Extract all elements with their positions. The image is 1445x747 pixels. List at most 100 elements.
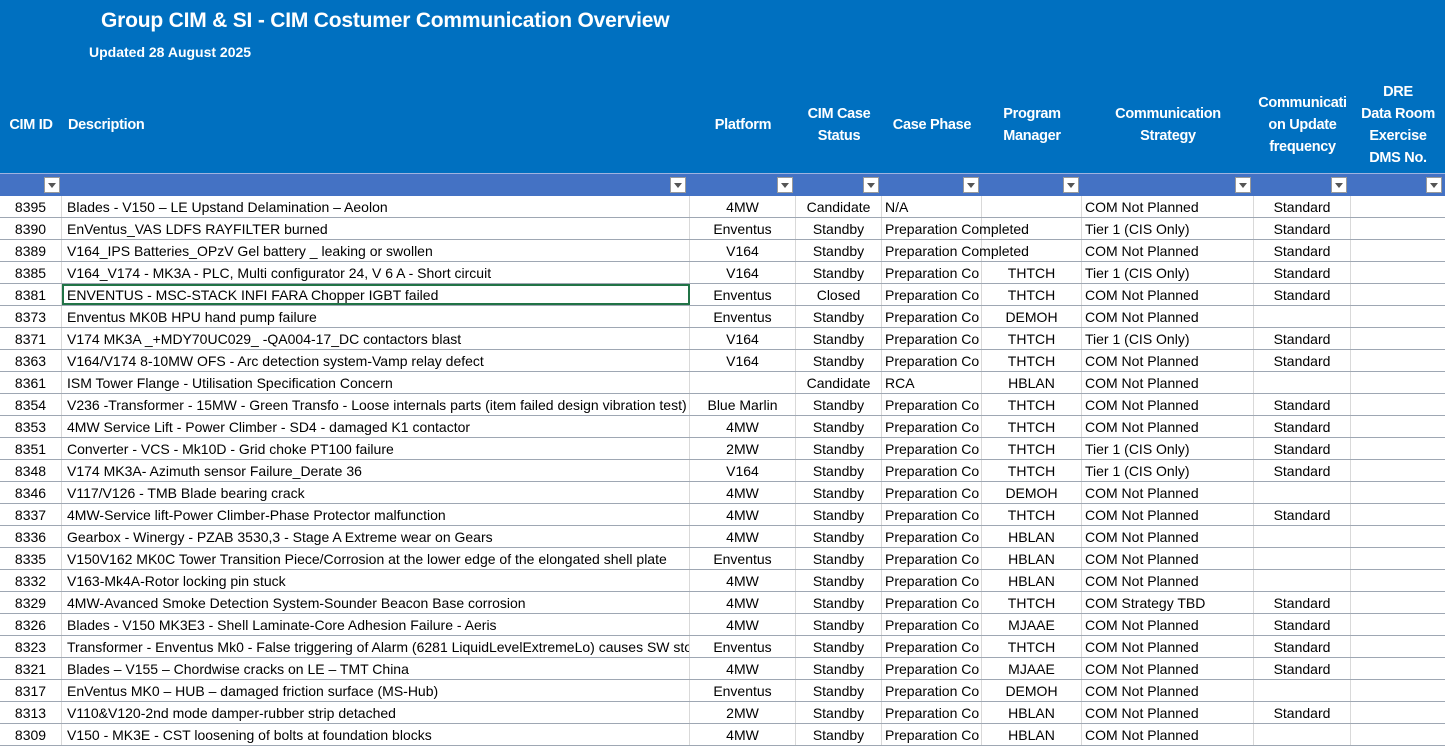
col-header-description[interactable]: Description — [62, 76, 690, 173]
description-cell[interactable]: V164/V174 8-10MW OFS - Arc detection sys… — [62, 350, 690, 371]
dre-cell[interactable] — [1351, 240, 1445, 261]
filter-dropdown-platform[interactable] — [777, 177, 793, 193]
cim-id-cell[interactable]: 8363 — [0, 350, 62, 371]
program-manager-cell[interactable]: THTCH — [982, 394, 1082, 415]
description-cell[interactable]: V150V162 MK0C Tower Transition Piece/Cor… — [62, 548, 690, 569]
phase-cell[interactable]: RCA — [882, 372, 982, 393]
frequency-cell[interactable]: Standard — [1254, 284, 1351, 305]
status-cell[interactable]: Standby — [796, 526, 882, 547]
cim-id-cell[interactable]: 8326 — [0, 614, 62, 635]
platform-cell[interactable]: 4MW — [690, 724, 796, 745]
cim-id-cell[interactable]: 8361 — [0, 372, 62, 393]
status-cell[interactable]: Standby — [796, 482, 882, 503]
cim-id-cell[interactable]: 8353 — [0, 416, 62, 437]
status-cell[interactable]: Standby — [796, 218, 882, 239]
cim-id-cell[interactable]: 8351 — [0, 438, 62, 459]
phase-cell[interactable]: Preparation Co — [882, 328, 982, 349]
platform-cell[interactable]: 4MW — [690, 614, 796, 635]
frequency-cell[interactable] — [1254, 372, 1351, 393]
program-manager-cell[interactable]: DEMOH — [982, 680, 1082, 701]
frequency-cell[interactable]: Standard — [1254, 438, 1351, 459]
status-cell[interactable]: Standby — [796, 614, 882, 635]
filter-dropdown-frequency[interactable] — [1331, 177, 1347, 193]
frequency-cell[interactable]: Standard — [1254, 658, 1351, 679]
description-cell[interactable]: V174 MK3A- Azimuth sensor Failure_Derate… — [62, 460, 690, 481]
description-cell[interactable]: V150 - MK3E - CST loosening of bolts at … — [62, 724, 690, 745]
table-row[interactable]: 8351 Converter - VCS - Mk10D - Grid choke… — [0, 438, 1445, 460]
platform-cell[interactable]: 2MW — [690, 438, 796, 459]
dre-cell[interactable] — [1351, 570, 1445, 591]
frequency-cell[interactable]: Standard — [1254, 416, 1351, 437]
cim-id-cell[interactable]: 8346 — [0, 482, 62, 503]
cim-id-cell[interactable]: 8313 — [0, 702, 62, 723]
strategy-cell[interactable]: COM Not Planned — [1082, 504, 1254, 525]
status-cell[interactable]: Standby — [796, 240, 882, 261]
table-row[interactable]: 8323 Transformer - Enventus Mk0 - False t… — [0, 636, 1445, 658]
status-cell[interactable]: Standby — [796, 460, 882, 481]
phase-cell[interactable]: Preparation Co — [882, 702, 982, 723]
strategy-cell[interactable]: COM Not Planned — [1082, 702, 1254, 723]
platform-cell[interactable]: Enventus — [690, 548, 796, 569]
frequency-cell[interactable]: Standard — [1254, 240, 1351, 261]
dre-cell[interactable] — [1351, 702, 1445, 723]
program-manager-cell[interactable] — [982, 240, 1082, 261]
cim-id-cell[interactable]: 8395 — [0, 196, 62, 217]
dre-cell[interactable] — [1351, 350, 1445, 371]
strategy-cell[interactable]: COM Not Planned — [1082, 548, 1254, 569]
program-manager-cell[interactable]: THTCH — [982, 636, 1082, 657]
phase-cell[interactable]: Preparation Co — [882, 306, 982, 327]
strategy-cell[interactable]: COM Not Planned — [1082, 526, 1254, 547]
platform-cell[interactable]: 4MW — [690, 196, 796, 217]
table-row[interactable]: 8381 ENVENTUS - MSC-STACK INFI FARA Chopp… — [0, 284, 1445, 306]
status-cell[interactable]: Standby — [796, 724, 882, 745]
strategy-cell[interactable]: COM Not Planned — [1082, 416, 1254, 437]
program-manager-cell[interactable]: THTCH — [982, 592, 1082, 613]
cim-id-cell[interactable]: 8336 — [0, 526, 62, 547]
status-cell[interactable]: Standby — [796, 328, 882, 349]
frequency-cell[interactable] — [1254, 680, 1351, 701]
dre-cell[interactable] — [1351, 658, 1445, 679]
phase-cell[interactable]: Preparation Co — [882, 724, 982, 745]
cim-id-cell[interactable]: 8323 — [0, 636, 62, 657]
strategy-cell[interactable]: COM Not Planned — [1082, 372, 1254, 393]
description-cell[interactable]: Gearbox - Winergy - PZAB 3530,3 - Stage … — [62, 526, 690, 547]
description-cell[interactable]: EnVentus_VAS LDFS RAYFILTER burned — [62, 218, 690, 239]
status-cell[interactable]: Standby — [796, 504, 882, 525]
cim-id-cell[interactable]: 8389 — [0, 240, 62, 261]
frequency-cell[interactable]: Standard — [1254, 592, 1351, 613]
table-row[interactable]: 8337 4MW-Service lift-Power Climber-Phase… — [0, 504, 1445, 526]
platform-cell[interactable]: 4MW — [690, 416, 796, 437]
description-cell[interactable]: 4MW-Avanced Smoke Detection System-Sound… — [62, 592, 690, 613]
frequency-cell[interactable]: Standard — [1254, 196, 1351, 217]
cim-id-cell[interactable]: 8332 — [0, 570, 62, 591]
filter-dropdown-strategy[interactable] — [1235, 177, 1251, 193]
program-manager-cell[interactable]: MJAAE — [982, 614, 1082, 635]
description-cell[interactable]: Converter - VCS - Mk10D - Grid choke PT1… — [62, 438, 690, 459]
phase-cell[interactable]: Preparation Co — [882, 504, 982, 525]
program-manager-cell[interactable]: HBLAN — [982, 570, 1082, 591]
description-cell[interactable]: 4MW Service Lift - Power Climber - SD4 -… — [62, 416, 690, 437]
status-cell[interactable]: Candidate — [796, 372, 882, 393]
platform-cell[interactable]: V164 — [690, 350, 796, 371]
frequency-cell[interactable]: Standard — [1254, 218, 1351, 239]
frequency-cell[interactable] — [1254, 724, 1351, 745]
dre-cell[interactable] — [1351, 680, 1445, 701]
program-manager-cell[interactable]: DEMOH — [982, 482, 1082, 503]
frequency-cell[interactable]: Standard — [1254, 504, 1351, 525]
program-manager-cell[interactable] — [982, 196, 1082, 217]
description-cell[interactable]: Enventus MK0B HPU hand pump failure — [62, 306, 690, 327]
dre-cell[interactable] — [1351, 328, 1445, 349]
status-cell[interactable]: Standby — [796, 306, 882, 327]
phase-cell[interactable]: Preparation Co — [882, 658, 982, 679]
table-row[interactable]: 8321 Blades – V155 – Chordwise cracks on … — [0, 658, 1445, 680]
description-cell[interactable]: ENVENTUS - MSC-STACK INFI FARA Chopper I… — [62, 284, 690, 305]
status-cell[interactable]: Standby — [796, 394, 882, 415]
dre-cell[interactable] — [1351, 636, 1445, 657]
strategy-cell[interactable]: COM Not Planned — [1082, 394, 1254, 415]
dre-cell[interactable] — [1351, 218, 1445, 239]
filter-dropdown-dre[interactable] — [1426, 177, 1442, 193]
program-manager-cell[interactable]: THTCH — [982, 416, 1082, 437]
strategy-cell[interactable]: COM Not Planned — [1082, 658, 1254, 679]
status-cell[interactable]: Standby — [796, 592, 882, 613]
phase-cell[interactable]: Preparation Co — [882, 262, 982, 283]
